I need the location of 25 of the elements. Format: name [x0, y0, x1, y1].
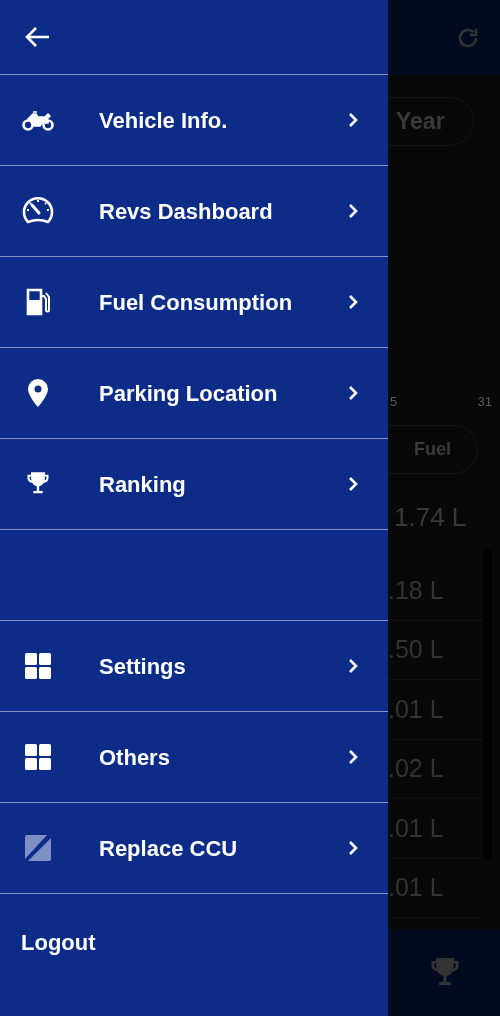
- chevron-right-icon: [348, 385, 358, 401]
- menu-item[interactable]: Settings: [0, 621, 388, 712]
- menu-item[interactable]: Replace CCU: [0, 803, 388, 894]
- menu-item[interactable]: Vehicle Info.: [0, 75, 388, 166]
- back-arrow-icon[interactable]: [24, 26, 50, 48]
- chevron-right-icon: [348, 203, 358, 219]
- grid-icon: [25, 744, 51, 770]
- menu-item[interactable]: Ranking: [0, 439, 388, 530]
- grid-icon: [25, 653, 51, 679]
- menu-item[interactable]: Fuel Consumption: [0, 257, 388, 348]
- location-pin-icon: [28, 379, 48, 407]
- chevron-right-icon: [348, 294, 358, 310]
- logout-link[interactable]: Logout: [21, 930, 96, 955]
- menu-item[interactable]: Parking Location: [0, 348, 388, 439]
- chevron-right-icon: [348, 749, 358, 765]
- axis-label: 31: [477, 392, 492, 411]
- chevron-right-icon: [348, 112, 358, 128]
- menu-item[interactable]: Revs Dashboard: [0, 166, 388, 257]
- chevron-right-icon: [348, 476, 358, 492]
- fuel-pump-icon: [26, 288, 50, 316]
- motorcycle-icon: [22, 109, 54, 131]
- chevron-right-icon: [348, 840, 358, 856]
- axis-label: 5: [390, 392, 398, 411]
- chevron-right-icon: [348, 658, 358, 674]
- menu-item[interactable]: Others: [0, 712, 388, 803]
